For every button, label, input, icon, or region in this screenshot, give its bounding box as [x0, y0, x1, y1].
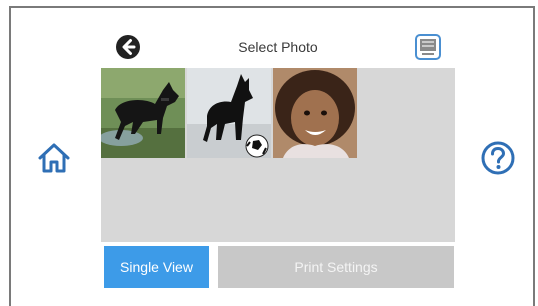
back-button[interactable]	[115, 34, 141, 60]
touch-screen: Select Photo Single View Print Settings	[101, 26, 455, 292]
help-button[interactable]	[478, 138, 518, 178]
home-button[interactable]	[34, 138, 74, 178]
action-bar: Single View Print Settings	[101, 242, 455, 292]
dog-ball-photo	[187, 68, 271, 158]
home-icon	[38, 143, 70, 173]
photo-thumbnail-3[interactable]	[273, 68, 357, 158]
photo-thumbnail-1[interactable]	[101, 68, 185, 158]
display-mode-icon	[415, 34, 441, 60]
help-icon	[481, 141, 515, 175]
back-arrow-icon	[116, 35, 140, 59]
print-settings-button[interactable]: Print Settings	[218, 246, 454, 288]
title-bar: Select Photo	[101, 26, 455, 68]
display-mode-button[interactable]	[413, 32, 443, 62]
photo-grid	[101, 68, 455, 242]
page-title: Select Photo	[238, 39, 318, 55]
child-photo	[273, 68, 357, 158]
photo-thumbnail-2[interactable]	[187, 68, 271, 158]
dog-photo	[101, 68, 185, 158]
single-view-button[interactable]: Single View	[104, 246, 209, 288]
